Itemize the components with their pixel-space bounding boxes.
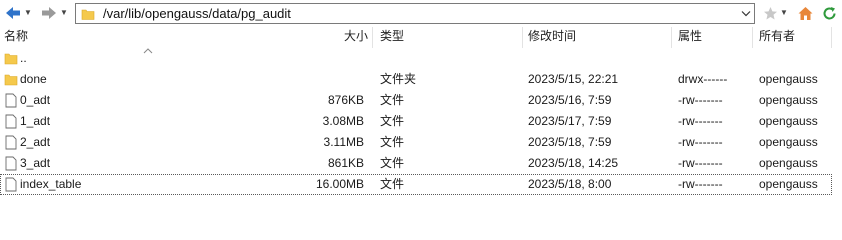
file-icon <box>5 156 17 171</box>
file-permissions: -rw------- <box>678 93 723 107</box>
column-size-header[interactable]: 大小 <box>300 27 368 48</box>
column-header: 名称 大小 类型 修改时间 属性 所有者 <box>0 27 842 54</box>
file-icon <box>5 114 17 129</box>
table-row[interactable]: done 文件夹 2023/5/15, 22:21 drwx------ ope… <box>0 69 832 90</box>
file-modified: 2023/5/17, 7:59 <box>528 114 612 128</box>
table-row[interactable]: 3_adt 861KB 文件 2023/5/18, 14:25 -rw-----… <box>0 153 832 174</box>
table-row[interactable]: 2_adt 3.11MB 文件 2023/5/18, 7:59 -rw-----… <box>0 132 832 153</box>
home-icon <box>798 6 813 20</box>
file-type: 文件 <box>380 156 405 170</box>
file-name: done <box>20 72 47 86</box>
column-divider[interactable] <box>671 27 672 48</box>
file-modified: 2023/5/16, 7:59 <box>528 93 612 107</box>
file-type: 文件 <box>380 177 405 191</box>
file-name: 1_adt <box>20 114 51 128</box>
file-modified: 2023/5/18, 7:59 <box>528 135 612 149</box>
table-row[interactable]: .. <box>0 48 832 69</box>
file-size: 16.00MB <box>315 177 364 191</box>
file-icon <box>5 177 17 192</box>
table-row-selected[interactable]: index_table 16.00MB 文件 2023/5/18, 8:00 -… <box>0 174 832 195</box>
file-permissions: -rw------- <box>678 114 723 128</box>
path-bar[interactable]: /var/lib/opengauss/data/pg_audit <box>75 3 755 24</box>
table-row[interactable]: 0_adt 876KB 文件 2023/5/16, 7:59 -rw------… <box>0 90 832 111</box>
file-size: 3.08MB <box>322 114 364 128</box>
bookmark-dropdown-icon[interactable]: ▼ <box>780 4 788 22</box>
forward-history-dropdown-icon[interactable]: ▼ <box>60 4 68 22</box>
file-modified: 2023/5/18, 8:00 <box>528 177 612 191</box>
column-divider[interactable] <box>372 27 373 48</box>
file-type: 文件 <box>380 135 405 149</box>
file-size: 876KB <box>327 93 364 107</box>
folder-icon <box>4 53 18 65</box>
home-button[interactable] <box>797 4 814 22</box>
file-icon <box>5 135 17 150</box>
forward-arrow-icon <box>42 7 56 19</box>
file-name: 0_adt <box>20 93 51 107</box>
file-type: 文件夹 <box>380 72 417 86</box>
back-arrow-icon <box>6 7 20 19</box>
column-permissions-header[interactable]: 属性 <box>678 27 702 48</box>
file-modified: 2023/5/18, 14:25 <box>528 156 619 170</box>
folder-icon <box>4 74 18 86</box>
column-divider[interactable] <box>752 27 753 48</box>
file-permissions: -rw------- <box>678 156 723 170</box>
file-owner: opengauss <box>759 156 818 170</box>
star-icon <box>764 6 777 19</box>
path-text[interactable]: /var/lib/opengauss/data/pg_audit <box>103 6 291 21</box>
column-divider[interactable] <box>522 27 523 48</box>
file-size: 861KB <box>327 156 364 170</box>
column-owner-header[interactable]: 所有者 <box>759 27 795 48</box>
forward-button[interactable]: ▼ <box>40 4 68 22</box>
chevron-down-icon <box>741 11 750 17</box>
column-divider[interactable] <box>831 27 832 48</box>
file-type: 文件 <box>380 93 405 107</box>
file-owner: opengauss <box>759 135 818 149</box>
column-modified-header[interactable]: 修改时间 <box>528 27 576 48</box>
file-owner: opengauss <box>759 72 818 86</box>
file-type: 文件 <box>380 114 405 128</box>
back-button[interactable]: ▼ <box>4 4 32 22</box>
bookmark-button[interactable]: ▼ <box>763 4 788 22</box>
file-permissions: drwx------ <box>678 72 728 86</box>
folder-icon <box>81 9 95 20</box>
file-icon <box>5 93 17 108</box>
table-row[interactable]: 1_adt 3.08MB 文件 2023/5/17, 7:59 -rw-----… <box>0 111 832 132</box>
file-modified: 2023/5/15, 22:21 <box>528 72 619 86</box>
toolbar: ▼ ▼ /var/lib/opengauss/data/pg_audit ▼ <box>0 0 842 27</box>
path-dropdown-button[interactable] <box>736 4 754 23</box>
file-name: 2_adt <box>20 135 51 149</box>
file-owner: opengauss <box>759 114 818 128</box>
column-type-header[interactable]: 类型 <box>380 27 404 48</box>
file-name: 3_adt <box>20 156 51 170</box>
file-owner: opengauss <box>759 93 818 107</box>
refresh-icon <box>823 6 836 19</box>
refresh-button[interactable] <box>821 4 838 22</box>
file-size: 3.11MB <box>323 135 364 149</box>
back-history-dropdown-icon[interactable]: ▼ <box>24 4 32 22</box>
file-permissions: -rw------- <box>678 177 723 191</box>
column-name-header[interactable]: 名称 <box>4 27 28 48</box>
file-name: index_table <box>20 177 82 191</box>
file-permissions: -rw------- <box>678 135 723 149</box>
file-owner: opengauss <box>759 177 818 191</box>
file-name: .. <box>20 51 27 65</box>
